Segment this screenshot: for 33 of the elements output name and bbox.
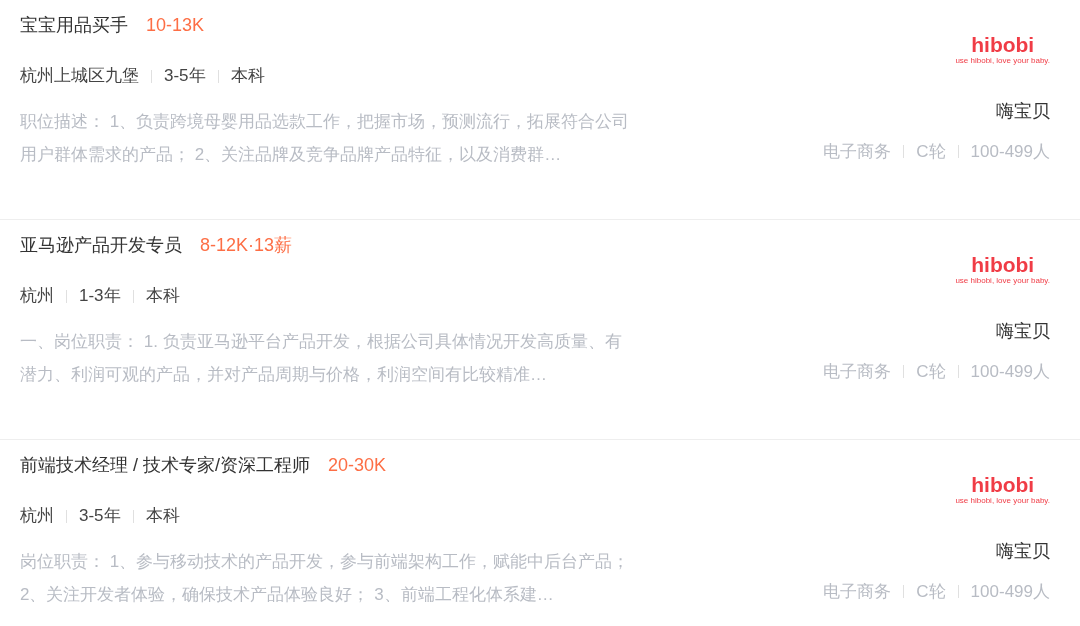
company-logo: hibobi use hibobi, love your baby. bbox=[955, 254, 1050, 287]
company-logo: hibobi use hibobi, love your baby. bbox=[955, 474, 1050, 507]
tag-text: 电子商务 bbox=[823, 581, 892, 603]
job-description: 岗位职责： 1、参与移动技术的产品开发，参与前端架构工作，赋能中后台产品； 2、关注开发者体验，确保技术产品体验良好； 3、前端工程化体系建… bbox=[20, 551, 631, 606]
job-description: 职位描述： 1、负责跨境母婴用品选款工作，把握市场，预测流行，拓展符合公司用户群体需求的产品； 2、关注品牌及竞争品牌产品特征，以及消费群… bbox=[20, 111, 631, 166]
tag-text: 100-499人 bbox=[970, 361, 1050, 383]
job-title[interactable]: 前端技术经理 / 技术专家/资深工程师 bbox=[20, 452, 310, 479]
salary-text: 8-12K·13薪 bbox=[200, 234, 293, 257]
tag-text: 1-3年 bbox=[79, 285, 121, 308]
tag-text: 100-499人 bbox=[970, 581, 1050, 603]
tag-text: 电子商务 bbox=[823, 361, 892, 383]
salary-text: 10-13K bbox=[146, 14, 205, 37]
tag-text: C轮 bbox=[916, 361, 946, 383]
tag-text: 杭州上城区九堡 bbox=[20, 65, 139, 88]
company-name: 嗨宝贝 bbox=[996, 320, 1050, 343]
job-title[interactable]: 亚马逊产品开发专员 bbox=[20, 232, 182, 259]
job-description: 一、岗位职责： 1. 负责亚马逊平台产品开发，根据公司具体情况开发高质量、有潜力、利润可观的产品，并对产品周期与价格，利润空间有比较精准… bbox=[20, 331, 623, 386]
tag-text: 电子商务 bbox=[823, 141, 892, 163]
company-name: 嗨宝贝 bbox=[996, 100, 1050, 123]
tag-text: 本科 bbox=[230, 65, 265, 88]
tag-text: C轮 bbox=[916, 141, 946, 163]
tag-text: 3-5年 bbox=[79, 505, 121, 528]
tag-text: 本科 bbox=[145, 505, 180, 528]
company-logo: hibobi use hibobi, love your baby. bbox=[955, 34, 1050, 67]
company-name: 嗨宝贝 bbox=[996, 540, 1050, 563]
tag-text: 3-5年 bbox=[164, 65, 206, 88]
tag-text: C轮 bbox=[916, 581, 946, 603]
salary-text: 20-30K bbox=[328, 454, 387, 477]
tag-text: 本科 bbox=[145, 285, 180, 308]
tag-text: 杭州 bbox=[20, 285, 54, 308]
job-title[interactable]: 宝宝用品买手 bbox=[20, 12, 128, 39]
tag-text: 杭州 bbox=[20, 505, 54, 528]
tag-text: 100-499人 bbox=[970, 141, 1050, 163]
